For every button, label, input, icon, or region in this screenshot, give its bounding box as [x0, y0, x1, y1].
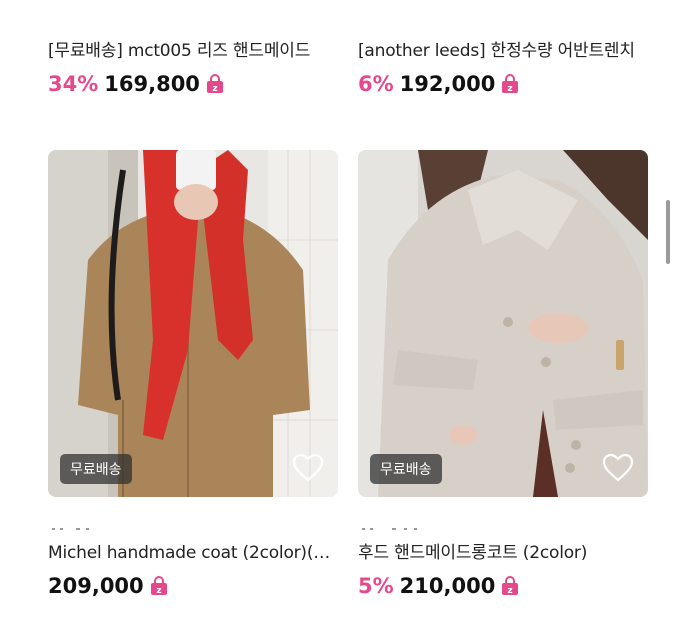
- product-image-3[interactable]: 무료배송: [48, 150, 338, 497]
- product-title[interactable]: Michel handmade coat (2color)(양모): [48, 542, 338, 564]
- svg-text:z: z: [508, 586, 513, 596]
- coat-photo: [48, 150, 338, 497]
- coupon-bag-icon: z: [150, 576, 167, 596]
- product-image-4[interactable]: 무료배송: [358, 150, 648, 497]
- svg-text:z: z: [508, 84, 513, 94]
- free-shipping-badge: 무료배송: [370, 454, 442, 484]
- product-card-4[interactable]: 후드 핸드메이드롱코트 (2color) 5% 210,000 z: [358, 542, 648, 600]
- discount-rate: 5%: [358, 574, 394, 598]
- price-row: 6% 192,000 z: [358, 70, 648, 98]
- coat-photo: [358, 150, 648, 497]
- price: 192,000: [399, 72, 496, 96]
- discount-rate: 6%: [358, 72, 394, 96]
- coupon-bag-icon: z: [502, 74, 519, 94]
- product-title[interactable]: [another leeds] 한정수량 어반트렌치: [358, 40, 648, 62]
- free-shipping-badge: 무료배송: [60, 454, 132, 484]
- price: 169,800: [104, 72, 200, 96]
- product-title[interactable]: [무료배송] mct005 리즈 핸드메이드: [48, 40, 338, 62]
- product-card-2[interactable]: [another leeds] 한정수량 어반트렌치 6% 192,000 z: [358, 40, 648, 98]
- heart-outline-icon[interactable]: [602, 453, 634, 483]
- product-card-1[interactable]: [무료배송] mct005 리즈 핸드메이드 34% 169,800 z: [48, 40, 338, 98]
- discount-rate: 34%: [48, 72, 99, 96]
- clipped-text-remnant: [52, 524, 102, 530]
- svg-text:z: z: [156, 586, 161, 596]
- product-card-3[interactable]: Michel handmade coat (2color)(양모) 209,00…: [48, 542, 338, 600]
- clipped-text-remnant: [362, 524, 432, 530]
- price: 210,000: [399, 574, 496, 598]
- heart-outline-icon[interactable]: [292, 453, 324, 483]
- product-title[interactable]: 후드 핸드메이드롱코트 (2color): [358, 542, 648, 564]
- coupon-bag-icon: z: [206, 74, 223, 94]
- price-row: 34% 169,800 z: [48, 70, 338, 98]
- price: 209,000: [48, 574, 144, 598]
- price-row: 5% 210,000 z: [358, 572, 648, 600]
- coupon-bag-icon: z: [502, 576, 519, 596]
- scrollbar[interactable]: [666, 200, 670, 264]
- price-row: 209,000 z: [48, 572, 338, 600]
- svg-text:z: z: [212, 84, 217, 94]
